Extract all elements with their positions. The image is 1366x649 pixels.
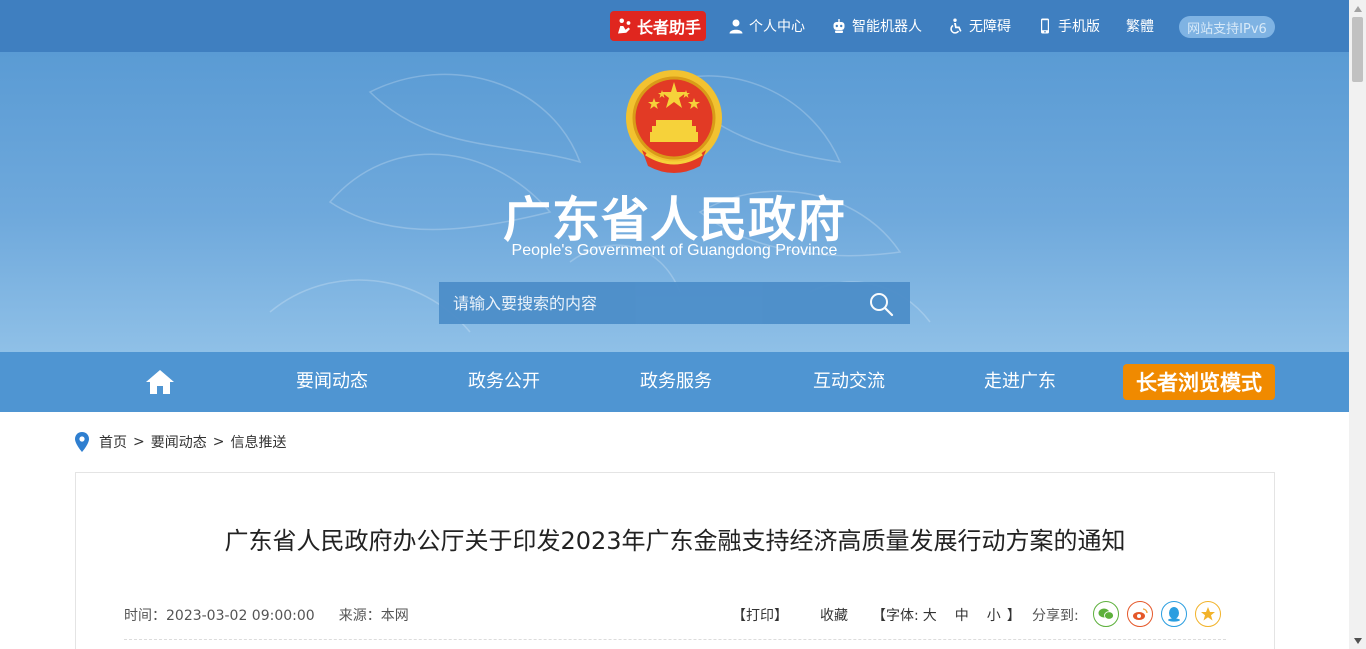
header-banner: 广东省人民政府 People's Government of Guangdong…: [0, 52, 1349, 352]
accessibility-link[interactable]: 无障碍: [948, 16, 1011, 36]
page-scrollbar[interactable]: [1349, 0, 1366, 649]
mobile-version-link[interactable]: 手机版: [1037, 16, 1100, 36]
nav-item-about-guangdong[interactable]: 走进广东: [984, 352, 1056, 412]
article-title: 广东省人民政府办公厅关于印发2023年广东金融支持经济高质量发展行动方案的通知: [224, 527, 1126, 555]
elder-icon: [617, 18, 631, 34]
personal-center-link[interactable]: 个人中心: [728, 16, 805, 36]
search-input[interactable]: [439, 282, 849, 324]
nav-item-gov-services[interactable]: 政务服务: [640, 352, 712, 412]
share-label: 分享到:: [1032, 608, 1079, 624]
elder-helper-button[interactable]: 长者助手: [610, 11, 706, 41]
search-icon[interactable]: [868, 291, 894, 317]
top-bar: 长者助手 个人中心 智能机器人 无障碍 手机版 繁體 网站支持IPv6: [0, 0, 1349, 52]
font-size-label: 【字体:: [872, 608, 919, 624]
breadcrumb-home[interactable]: 首页: [99, 432, 127, 452]
personal-center-label: 个人中心: [749, 19, 805, 35]
person-icon: [729, 19, 743, 34]
national-emblem: [626, 70, 722, 173]
elder-mode-button[interactable]: 长者浏览模式: [1123, 364, 1275, 400]
nav-item-news[interactable]: 要闻动态: [296, 352, 368, 412]
traditional-chinese-link[interactable]: 繁體: [1126, 16, 1154, 36]
breadcrumb-separator: >: [133, 434, 145, 450]
smart-robot-link[interactable]: 智能机器人: [831, 16, 922, 36]
breadcrumb-news[interactable]: 要闻动态: [151, 432, 207, 452]
ipv6-badge: 网站支持IPv6: [1179, 16, 1275, 38]
accessibility-icon: [950, 18, 962, 34]
qzone-share-icon[interactable]: [1195, 601, 1221, 627]
scroll-thumb[interactable]: [1352, 17, 1363, 82]
accessibility-label: 无障碍: [969, 19, 1011, 35]
site-title: 广东省人民政府: [502, 192, 846, 248]
breadcrumb-separator: >: [212, 434, 225, 450]
home-icon[interactable]: [145, 368, 175, 396]
scroll-up-arrow-icon[interactable]: [1349, 0, 1366, 17]
font-small-button[interactable]: 小: [987, 605, 1001, 625]
print-button[interactable]: 【打印】: [732, 605, 788, 625]
wechat-share-icon[interactable]: [1093, 601, 1119, 627]
font-size-close: 】: [1006, 608, 1021, 624]
meta-divider: [124, 639, 1226, 640]
location-pin-icon: [75, 432, 89, 452]
traditional-chinese-label: 繁體: [1126, 19, 1154, 35]
share-icons: [1093, 601, 1221, 627]
top-links: 个人中心 智能机器人 无障碍 手机版 繁體: [728, 0, 1180, 52]
main-nav: 要闻动态 政务公开 政务服务 互动交流 走进广东 长者浏览模式: [0, 352, 1349, 412]
smart-robot-label: 智能机器人: [852, 19, 922, 35]
favorite-button[interactable]: 收藏: [820, 605, 848, 625]
search-box: [439, 282, 910, 324]
mobile-version-label: 手机版: [1058, 19, 1100, 35]
article-source: 来源：本网: [338, 608, 409, 624]
site-subtitle: People's Government of Guangdong Provinc…: [511, 242, 838, 259]
font-medium-button[interactable]: 中: [955, 605, 969, 625]
font-large-button[interactable]: 大: [923, 605, 937, 625]
qq-share-icon[interactable]: [1161, 601, 1187, 627]
breadcrumb-info-push[interactable]: 信息推送: [230, 432, 286, 452]
elder-helper-label: 长者助手: [636, 18, 701, 37]
article-tools: 【打印】 收藏 【字体: 大 中 小 】: [732, 605, 1021, 625]
article-panel: 广东省人民政府办公厅关于印发2023年广东金融支持经济高质量发展行动方案的通知 …: [75, 472, 1275, 649]
mobile-icon: [1041, 18, 1049, 34]
page: 长者助手 个人中心 智能机器人 无障碍 手机版 繁體 网站支持IPv6 广东省人…: [0, 0, 1366, 649]
article-meta: 时间：2023-03-02 09:00:00 来源：本网: [124, 605, 409, 625]
robot-icon: [833, 19, 845, 33]
weibo-share-icon[interactable]: [1127, 601, 1153, 627]
nav-item-interaction[interactable]: 互动交流: [813, 352, 885, 412]
breadcrumb: 首页 > 要闻动态 > 信息推送: [75, 432, 286, 452]
publish-time: 时间：2023-03-02 09:00:00: [124, 608, 315, 624]
scroll-down-arrow-icon[interactable]: [1349, 632, 1366, 649]
nav-item-gov-affairs[interactable]: 政务公开: [468, 352, 540, 412]
